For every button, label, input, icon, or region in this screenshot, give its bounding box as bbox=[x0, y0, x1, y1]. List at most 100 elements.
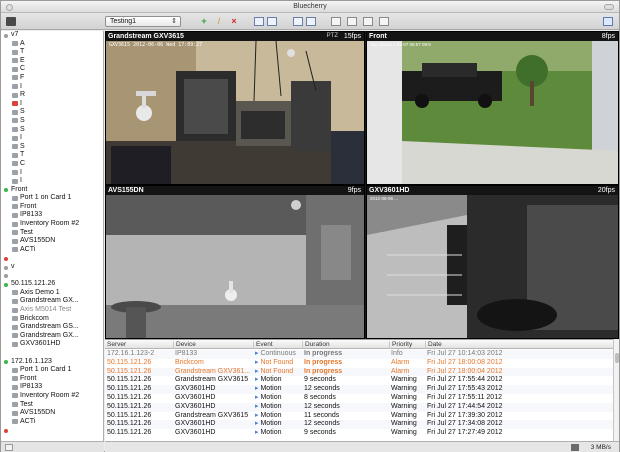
camera-label: T bbox=[20, 151, 25, 159]
camera-node[interactable]: Front bbox=[1, 375, 103, 384]
event-priority: Warning bbox=[391, 411, 417, 419]
layout-2x2-icon[interactable] bbox=[347, 17, 357, 26]
camera-node[interactable]: A bbox=[1, 40, 103, 49]
event-row[interactable]: 50.115.121.26 GXV3601HD ▸ Motion 12 seconds… bbox=[105, 420, 613, 430]
camera-node[interactable]: I bbox=[1, 100, 103, 109]
camera-node[interactable]: Grandstream GX... bbox=[1, 297, 103, 306]
add-column-icon[interactable] bbox=[306, 17, 316, 26]
server-node[interactable]: v bbox=[1, 263, 103, 272]
camera-node[interactable]: C bbox=[1, 65, 103, 74]
camera-node[interactable]: T bbox=[1, 48, 103, 57]
event-row[interactable]: 50.115.121.26 GXV3601HD ▸ Motion 8 seconds W… bbox=[105, 394, 613, 403]
edit-layout-button[interactable]: / bbox=[213, 16, 225, 27]
event-date: Fri Jul 27 17:55:44 2012 bbox=[427, 376, 503, 384]
remove-column-icon[interactable] bbox=[267, 17, 277, 26]
events-table: Server Device Event Duration Priority Da… bbox=[105, 339, 613, 441]
camera-node[interactable]: AVS155DN bbox=[1, 237, 103, 246]
event-row[interactable]: 50.115.121.26 Grandstream GXV361... ▸ Not … bbox=[105, 367, 613, 377]
camera-node[interactable]: S bbox=[1, 143, 103, 152]
column-header-server[interactable]: Server bbox=[105, 341, 126, 349]
event-cell: ▸ Motion bbox=[255, 385, 281, 394]
events-scrollbar[interactable] bbox=[613, 339, 619, 441]
camera-node[interactable]: I bbox=[1, 83, 103, 92]
camera-label: C bbox=[20, 65, 26, 73]
column-header-device[interactable]: Device bbox=[173, 341, 196, 349]
camera-node[interactable]: GXV3601HD bbox=[1, 340, 103, 349]
feed-ptz-label[interactable]: PTZ bbox=[327, 32, 338, 41]
event-row[interactable]: 50.115.121.26 GXV3601HD ▸ Motion 12 seconds… bbox=[105, 402, 613, 412]
server-config-icon[interactable] bbox=[6, 17, 16, 26]
camera-node[interactable]: Front bbox=[1, 203, 103, 212]
server-node[interactable]: v7 bbox=[1, 31, 103, 40]
camera-node[interactable]: I bbox=[1, 169, 103, 178]
add-server-icon[interactable] bbox=[5, 444, 13, 451]
event-row[interactable]: 50.115.121.26 Brickcom ▸ Not Found In progr… bbox=[105, 359, 613, 368]
camera-feed-4[interactable]: GXV3601HD 20fps 2012-06-06 ... bbox=[366, 185, 619, 339]
server-node[interactable]: 50.115.121.26 bbox=[1, 280, 103, 289]
server-node[interactable] bbox=[1, 426, 103, 435]
camera-node[interactable]: ACTi bbox=[1, 246, 103, 255]
camera-node[interactable]: Brickcom bbox=[1, 315, 103, 324]
camera-node[interactable]: F bbox=[1, 74, 103, 83]
remove-row-icon[interactable] bbox=[254, 17, 264, 26]
camera-node[interactable]: AVS155DN bbox=[1, 409, 103, 418]
feed-name: AVS155DN bbox=[108, 187, 144, 194]
event-row[interactable]: 50.115.121.26 GXV3601HD ▸ Motion 9 seconds W… bbox=[105, 429, 613, 438]
layout-4x4-icon[interactable] bbox=[379, 17, 389, 26]
column-header-event[interactable]: Event bbox=[253, 341, 273, 349]
event-row[interactable]: 50.115.121.26 Grandstream GXV3615 ▸ Motion… bbox=[105, 376, 613, 385]
event-type: Not Found bbox=[260, 367, 294, 375]
layout-select[interactable]: Testing1 ⇕ bbox=[105, 16, 181, 27]
fullscreen-icon[interactable] bbox=[603, 17, 613, 26]
camera-node[interactable]: Axis Demo 1 bbox=[1, 289, 103, 298]
event-priority: Alarm bbox=[391, 358, 410, 366]
delete-layout-button[interactable]: × bbox=[228, 16, 240, 27]
camera-feed-2[interactable]: Front 8fps Axis Demo 1 06-07 06:57 09:8 bbox=[366, 31, 619, 185]
add-layout-button[interactable]: + bbox=[198, 16, 210, 27]
add-row-icon[interactable] bbox=[293, 17, 303, 26]
camera-label: A bbox=[20, 39, 25, 47]
feed-title-bar: AVS155DN 9fps bbox=[106, 186, 364, 195]
server-node[interactable] bbox=[1, 272, 103, 281]
camera-node[interactable]: IP8133 bbox=[1, 211, 103, 220]
camera-node[interactable]: I bbox=[1, 134, 103, 143]
server-node[interactable] bbox=[1, 254, 103, 263]
camera-node[interactable]: Grandstream GX... bbox=[1, 332, 103, 341]
scrollbar-thumb[interactable] bbox=[615, 353, 619, 363]
camera-node[interactable]: S bbox=[1, 117, 103, 126]
event-row[interactable]: 50.115.121.26 GXV3601HD ▸ Motion 12 seconds… bbox=[105, 385, 613, 394]
camera-feed-1[interactable]: Grandstream GXV3615 PTZ 15fps GXV3615 20… bbox=[105, 31, 365, 185]
server-node[interactable]: Front bbox=[1, 186, 103, 195]
layout-3x3-icon[interactable] bbox=[363, 17, 373, 26]
column-header-duration[interactable]: Duration bbox=[302, 341, 330, 349]
event-row[interactable]: 172.16.1.123-2 IP8133 ▸ Continuous In progr… bbox=[105, 350, 613, 359]
camera-node[interactable]: Test bbox=[1, 229, 103, 238]
server-node[interactable]: 172.16.1.123 bbox=[1, 358, 103, 367]
column-header-priority[interactable]: Priority bbox=[389, 341, 412, 349]
toolbar-toggle-button[interactable] bbox=[604, 4, 614, 10]
camera-node[interactable]: E bbox=[1, 57, 103, 66]
camera-node[interactable]: R bbox=[1, 91, 103, 100]
network-rate-icon bbox=[571, 444, 579, 451]
camera-node[interactable]: Axis M5014 Test bbox=[1, 306, 103, 315]
camera-node[interactable]: Inventory Room #2 bbox=[1, 220, 103, 229]
event-type: Not Found bbox=[260, 358, 294, 366]
camera-node[interactable]: ACTi bbox=[1, 418, 103, 427]
event-row[interactable]: 50.115.121.26 Grandstream GXV3615 ▸ Motion… bbox=[105, 412, 613, 421]
camera-node[interactable]: Test bbox=[1, 401, 103, 410]
camera-node[interactable]: IP8133 bbox=[1, 383, 103, 392]
camera-node[interactable]: Inventory Room #2 bbox=[1, 392, 103, 401]
camera-node[interactable]: I bbox=[1, 177, 103, 186]
camera-node[interactable]: C bbox=[1, 160, 103, 169]
camera-node[interactable]: Grandstream GS... bbox=[1, 323, 103, 332]
camera-node[interactable]: S bbox=[1, 126, 103, 135]
camera-label: F bbox=[20, 73, 25, 81]
layout-1x1-icon[interactable] bbox=[331, 17, 341, 26]
camera-node[interactable]: Port 1 on Card 1 bbox=[1, 194, 103, 203]
camera-node[interactable]: S bbox=[1, 108, 103, 117]
event-server: 50.115.121.26 bbox=[107, 411, 152, 419]
camera-feed-3[interactable]: AVS155DN 9fps bbox=[105, 185, 365, 339]
camera-node[interactable]: Port 1 on Card 1 bbox=[1, 366, 103, 375]
camera-node[interactable]: T bbox=[1, 151, 103, 160]
column-header-date[interactable]: Date bbox=[425, 341, 442, 349]
